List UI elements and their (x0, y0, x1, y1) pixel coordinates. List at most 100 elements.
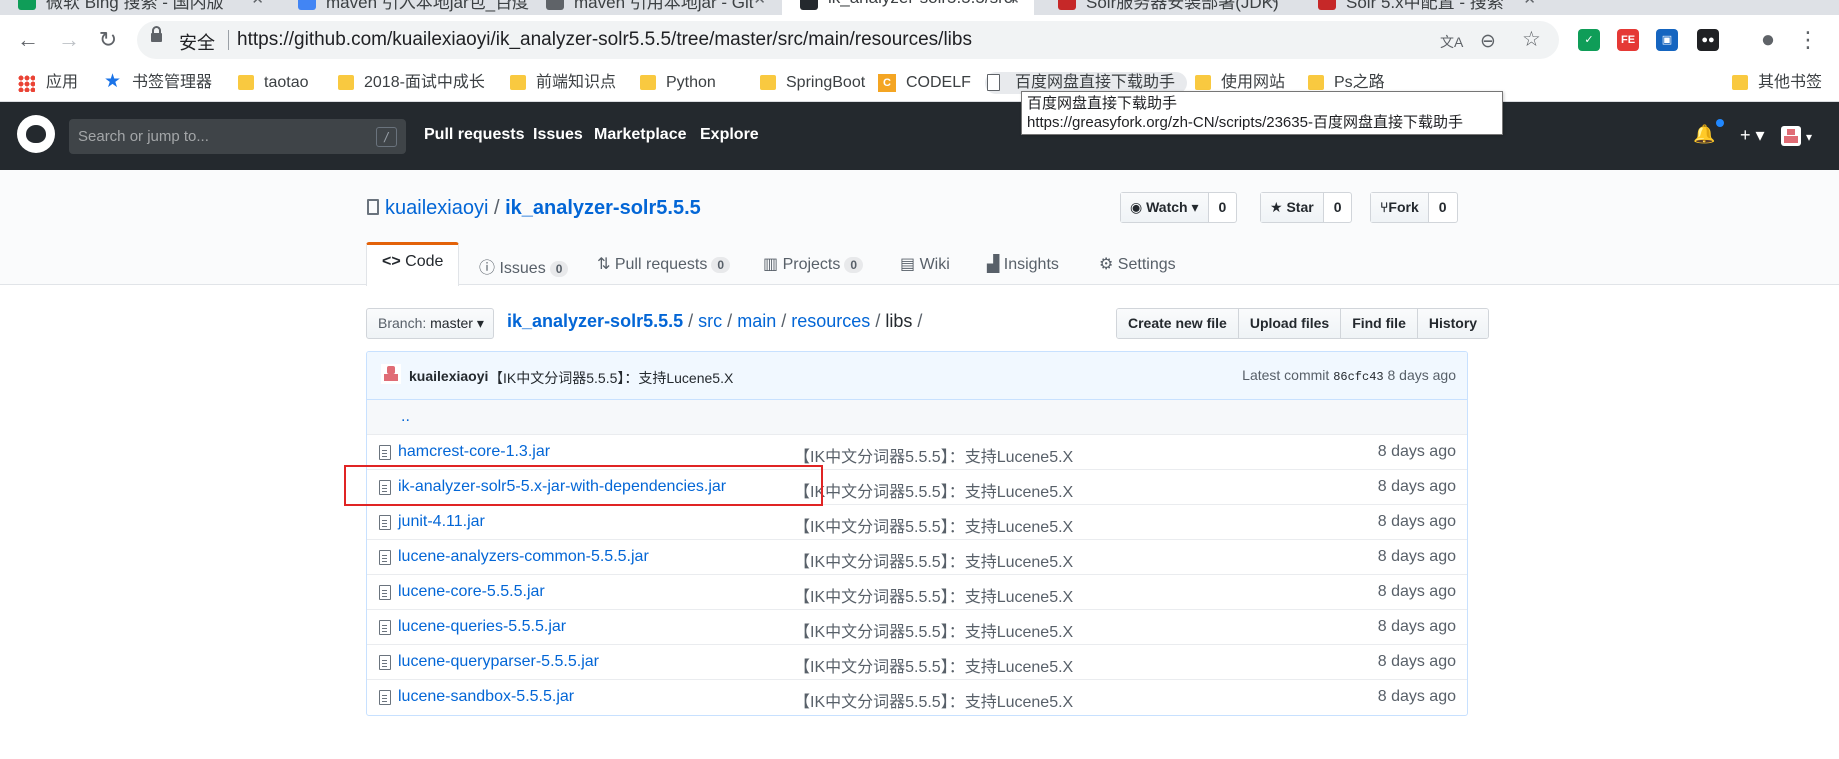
browser-tab[interactable]: Solr服务器安装部署(JDK)✕ (1040, 0, 1292, 15)
profile-icon[interactable]: ● (1755, 27, 1781, 53)
file-row[interactable]: lucene-analyzers-common-5.5.5.jar 【IK中文分词… (367, 540, 1467, 575)
file-commit-message[interactable]: 【IK中文分词器5.5.5】：支持Lucene5.X (794, 513, 1073, 537)
translate-icon[interactable]: 文A (1440, 32, 1463, 52)
file-commit-message[interactable]: 【IK中文分词器5.5.5】：支持Lucene5.X (794, 618, 1073, 642)
tab-close-icon[interactable]: ✕ (251, 0, 264, 8)
file-name-link[interactable]: lucene-queryparser-5.5.5.jar (398, 653, 599, 671)
box-ext-icon[interactable]: ▣ (1656, 29, 1678, 51)
tab-settings[interactable]: ⚙ Settings (1096, 254, 1179, 291)
author-avatar[interactable] (381, 364, 401, 384)
nav-explore[interactable]: Explore (700, 126, 759, 144)
address-bar[interactable]: 安全 https://github.com/kuailexiaoyi/ik_an… (137, 21, 1559, 59)
tab-close-icon[interactable]: ✕ (753, 0, 766, 8)
nav-marketplace[interactable]: Marketplace (594, 126, 687, 144)
watch-count[interactable]: 0 (1209, 193, 1237, 222)
star-label[interactable]: ★ Star (1261, 193, 1324, 222)
file-commit-message[interactable]: 【IK中文分词器5.5.5】：支持Lucene5.X (794, 443, 1073, 467)
tab-projects[interactable]: ▥ Projects 0 (760, 254, 866, 291)
create-new-file-button[interactable]: Create new file (1117, 309, 1239, 338)
file-row[interactable]: lucene-core-5.5.5.jar 【IK中文分词器5.5.5】：支持Lu… (367, 575, 1467, 610)
fork-label[interactable]: ⑂Fork (1371, 193, 1429, 222)
file-commit-message[interactable]: 【IK中文分词器5.5.5】：支持Lucene5.X (794, 583, 1073, 607)
file-name-link[interactable]: lucene-sandbox-5.5.5.jar (398, 688, 574, 706)
browser-tab[interactable]: maven 引用本地jar - Git✕ (528, 0, 780, 15)
file-name-link[interactable]: lucene-analyzers-common-5.5.5.jar (398, 548, 649, 566)
file-name-link[interactable]: lucene-core-5.5.5.jar (398, 583, 545, 601)
commit-message[interactable]: 【IK中文分词器5.5.5】：支持Lucene5.X (489, 368, 733, 388)
chrome-menu-icon[interactable]: ⋮ (1795, 27, 1821, 53)
file-row[interactable]: lucene-queryparser-5.5.5.jar 【IK中文分词器5.5.… (367, 645, 1467, 680)
watch-button[interactable]: ◉ Watch ▾ 0 (1120, 192, 1238, 223)
tab-close-icon[interactable]: ✕ (1523, 0, 1536, 8)
file-name-link[interactable]: hamcrest-core-1.3.jar (398, 443, 550, 461)
parent-dir-row[interactable]: .. (367, 400, 1467, 435)
breadcrumb-main-link[interactable]: main (737, 311, 776, 331)
browser-tab[interactable]: 微软 Bing 搜索 - 国内版 ✕ (0, 0, 278, 15)
github-logo-icon[interactable] (17, 115, 55, 153)
find-file-button[interactable]: Find file (1341, 309, 1418, 338)
watch-label[interactable]: ◉ Watch ▾ (1121, 193, 1209, 222)
commit-sha[interactable]: 86cfc43 (1333, 370, 1383, 384)
history-button[interactable]: History (1417, 309, 1489, 338)
tab-insights[interactable]: ▟ Insights (984, 254, 1062, 291)
bookmark-item[interactable]: Python (638, 72, 716, 94)
commit-author[interactable]: kuailexiaoyi (409, 368, 488, 384)
bookmark-item[interactable]: ★ 书签管理器 (104, 71, 212, 94)
browser-tab[interactable]: maven 引入本地jar包_百度✕ (280, 0, 532, 15)
file-row[interactable]: lucene-queries-5.5.5.jar 【IK中文分词器5.5.5】：支… (367, 610, 1467, 645)
tab-code[interactable]: <> Code (366, 242, 460, 286)
bookmark-item[interactable]: 2018-面试中成长 (336, 72, 485, 94)
shield-ext-icon[interactable]: ✓ (1578, 29, 1600, 51)
file-name-link[interactable]: lucene-queries-5.5.5.jar (398, 618, 566, 636)
file-commit-message[interactable]: 【IK中文分词器5.5.5】：支持Lucene5.X (794, 653, 1073, 677)
tab-close-icon[interactable]: ✕ (1265, 0, 1278, 8)
tab-close-icon[interactable]: ✕ (505, 0, 518, 8)
bookmark-item[interactable]: SpringBoot (758, 72, 865, 94)
bookmark-star-icon[interactable]: ☆ (1522, 27, 1541, 52)
tab-issues[interactable]: ⓘ Issues 0 (476, 254, 571, 291)
notifications-bell-icon[interactable]: 🔔 (1693, 124, 1715, 145)
forward-button[interactable]: → (56, 27, 82, 53)
url-text[interactable]: https://github.com/kuailexiaoyi/ik_analy… (237, 29, 972, 51)
bookmark-item[interactable]: C CODELF (878, 72, 971, 94)
star-button[interactable]: ★ Star 0 (1260, 192, 1353, 223)
file-commit-message[interactable]: 【IK中文分词器5.5.5】：支持Lucene5.X (794, 548, 1073, 572)
folder-icon (238, 75, 254, 90)
nav-issues[interactable]: Issues (533, 126, 583, 144)
search-input[interactable]: Search or jump to... / (69, 119, 406, 154)
fork-count[interactable]: 0 (1429, 193, 1457, 222)
back-button[interactable]: ← (15, 27, 41, 53)
tab-close-icon[interactable]: ✕ (1007, 0, 1020, 8)
zoom-icon[interactable]: ⊖ (1480, 30, 1496, 53)
bookmark-item[interactable]: taotao (236, 72, 308, 94)
file-row[interactable]: junit-4.11.jar 【IK中文分词器5.5.5】：支持Lucene5.X… (367, 505, 1467, 540)
browser-tab[interactable]: Solr 5.x中配置 - 搜索 ✕ (1300, 0, 1550, 15)
tab-pull-requests[interactable]: ⇅ Pull requests 0 (594, 254, 733, 291)
other-bookmarks[interactable]: 其他书签 (1730, 72, 1822, 94)
breadcrumb-src-link[interactable]: src (698, 311, 722, 331)
create-new-icon[interactable]: + ▾ (1740, 125, 1765, 146)
breadcrumb-repo-link[interactable]: ik_analyzer-solr5.5.5 (507, 311, 683, 331)
star-count[interactable]: 0 (1324, 193, 1352, 222)
repo-name-link[interactable]: ik_analyzer-solr5.5.5 (505, 197, 701, 219)
avatar-caret-icon[interactable]: ▾ (1806, 130, 1812, 144)
bookmark-item[interactable]: 应用 (18, 72, 78, 94)
mask-ext-icon[interactable]: ●● (1697, 29, 1719, 51)
upload-files-button[interactable]: Upload files (1238, 309, 1342, 338)
nav-pull-requests[interactable]: Pull requests (424, 126, 524, 144)
file-row[interactable]: lucene-sandbox-5.5.5.jar 【IK中文分词器5.5.5】：支… (367, 680, 1467, 715)
repo-owner-link[interactable]: kuailexiaoyi (385, 197, 488, 219)
breadcrumb-resources-link[interactable]: resources (791, 311, 870, 331)
reload-button[interactable]: ↻ (95, 27, 121, 53)
file-commit-message[interactable]: 【IK中文分词器5.5.5】：支持Lucene5.X (794, 478, 1073, 502)
tab-wiki[interactable]: ▤ Wiki (897, 254, 953, 291)
file-name-link[interactable]: junit-4.11.jar (398, 513, 485, 531)
browser-tab[interactable]: ik_analyzer-solr5.5.5/src/✕ (782, 0, 1034, 15)
user-avatar[interactable] (1781, 126, 1801, 146)
fork-button[interactable]: ⑂Fork 0 (1370, 192, 1458, 223)
bookmark-item[interactable]: 前端知识点 (508, 72, 616, 94)
fe-ext-icon[interactable]: FE (1617, 29, 1639, 51)
parent-dir-link[interactable]: .. (401, 408, 410, 426)
file-commit-message[interactable]: 【IK中文分词器5.5.5】：支持Lucene5.X (794, 688, 1073, 712)
branch-select-button[interactable]: Branch: master ▾ (366, 308, 494, 339)
